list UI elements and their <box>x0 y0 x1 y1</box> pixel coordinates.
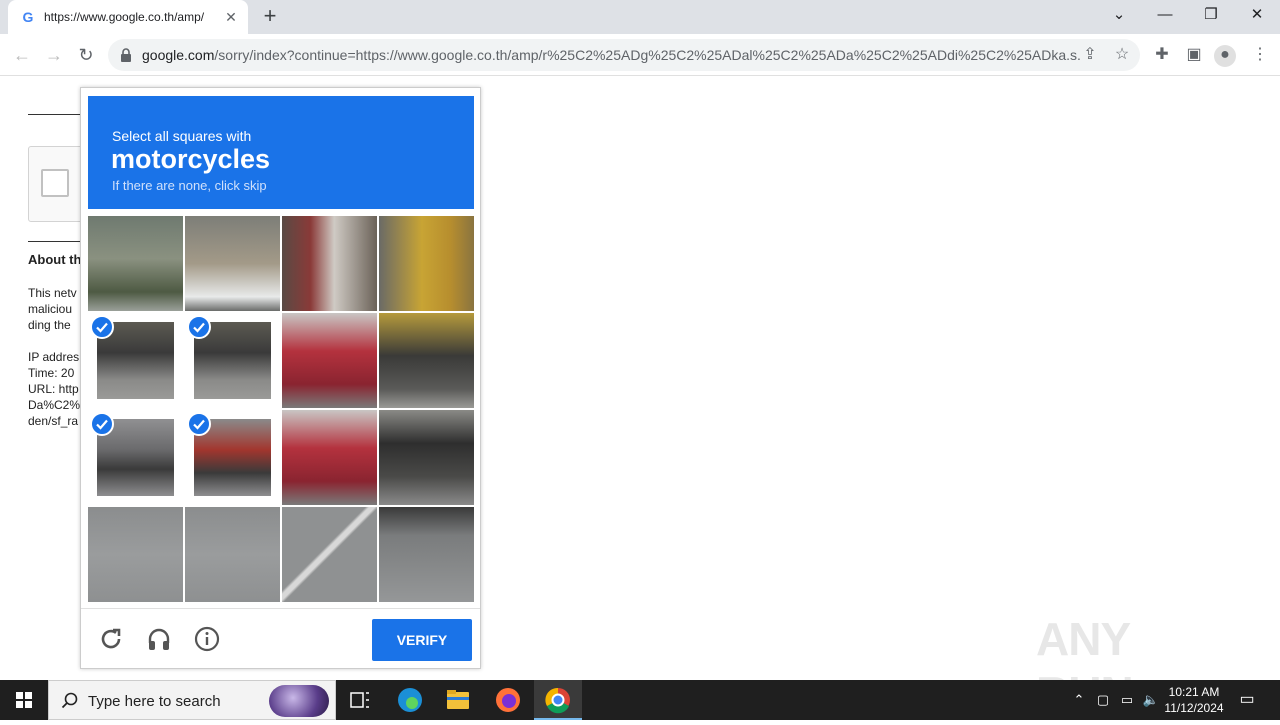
captcha-tile[interactable] <box>185 216 280 311</box>
page-text-line: Da%C2% <box>28 398 81 412</box>
close-window-button[interactable]: ✕ <box>1242 4 1272 26</box>
tile-image <box>282 507 377 602</box>
task-view-icon[interactable] <box>336 680 384 720</box>
divider <box>28 114 80 115</box>
windows-taskbar: Type here to search ⌃ ▢ ▭ 🔈 10:21 AM 11/… <box>0 680 1280 720</box>
captcha-tile[interactable] <box>88 410 183 505</box>
reload-button[interactable]: ↻ <box>74 43 98 67</box>
captcha-tile[interactable] <box>88 313 183 408</box>
captcha-tile[interactable] <box>282 410 377 505</box>
captcha-tile[interactable] <box>185 410 280 505</box>
captcha-instruction: Select all squares with <box>112 128 252 144</box>
captcha-target: motorcycles <box>111 144 271 174</box>
windows-start-icon[interactable] <box>0 680 48 720</box>
captcha-tile[interactable] <box>88 507 183 602</box>
taskbar-search[interactable]: Type here to search <box>48 680 336 720</box>
url-text: google.com/sorry/index?continue=https://… <box>142 47 1082 63</box>
tile-image <box>88 216 183 311</box>
menu-kebab-icon[interactable]: ⋮ <box>1250 45 1270 65</box>
address-bar[interactable]: google.com/sorry/index?continue=https://… <box>108 39 1140 71</box>
device-icon[interactable]: ▢ <box>1094 691 1112 709</box>
firefox-icon[interactable] <box>484 680 532 720</box>
captcha-skip-hint: If there are none, click skip <box>112 178 267 193</box>
selected-check-icon <box>187 412 211 436</box>
captcha-tile[interactable] <box>185 313 280 408</box>
selected-check-icon <box>187 315 211 339</box>
captcha-challenge: Select all squares with motorcycles If t… <box>80 87 481 669</box>
tile-image <box>185 507 280 602</box>
anyrun-watermark: ANY RUN <box>1036 613 1134 719</box>
chrome-icon <box>545 687 570 714</box>
clock-time: 10:21 AM <box>1168 685 1220 699</box>
tile-image <box>282 313 377 408</box>
search-icon <box>61 692 78 709</box>
back-button[interactable]: ← <box>10 43 34 67</box>
selected-check-icon <box>90 412 114 436</box>
notifications-icon[interactable]: ▭ <box>1238 691 1256 709</box>
captcha-tile[interactable] <box>88 216 183 311</box>
side-panel-icon[interactable]: ▣ <box>1184 45 1204 65</box>
captcha-header: Select all squares with motorcycles If t… <box>88 96 474 209</box>
tab-strip: G https://www.google.co.th/amp/ ✕ + ⌄ — … <box>0 0 1280 34</box>
edge-icon[interactable] <box>386 680 434 720</box>
tile-image <box>88 507 183 602</box>
selected-check-icon <box>90 315 114 339</box>
clock-date: 11/12/2024 <box>1164 701 1224 715</box>
extensions-icon[interactable]: ✚ <box>1152 45 1172 65</box>
recaptcha-checkbox[interactable] <box>41 169 69 197</box>
page-text-line: ding the <box>28 318 71 332</box>
search-highlight-image <box>269 685 329 717</box>
audio-challenge-icon[interactable] <box>145 625 173 653</box>
captcha-tile[interactable] <box>379 507 474 602</box>
tile-image <box>379 410 474 505</box>
forward-button[interactable]: → <box>42 43 66 67</box>
captcha-tile[interactable] <box>185 507 280 602</box>
show-hidden-icons-icon[interactable]: ⌃ <box>1070 691 1088 709</box>
tile-image <box>379 507 474 602</box>
captcha-tile[interactable] <box>282 313 377 408</box>
restore-button[interactable]: ❐ <box>1196 4 1226 26</box>
browser-toolbar: ← → ↻ google.com/sorry/index?continue=ht… <box>0 34 1280 76</box>
page-heading: About th <box>28 252 82 267</box>
new-tab-button[interactable]: + <box>258 5 282 29</box>
page-text-line: This netv <box>28 286 77 300</box>
captcha-tile[interactable] <box>379 216 474 311</box>
search-placeholder: Type here to search <box>88 693 221 710</box>
tile-image <box>185 216 280 311</box>
page-text-line: URL: http <box>28 382 79 396</box>
page-text-line: Time: 20 <box>28 366 75 380</box>
divider <box>28 241 80 242</box>
captcha-tile[interactable] <box>379 410 474 505</box>
tab-title: https://www.google.co.th/amp/ <box>44 10 205 24</box>
volume-icon[interactable]: 🔈 <box>1142 691 1160 709</box>
captcha-footer: VERIFY <box>81 608 480 668</box>
chrome-taskbar-button[interactable] <box>534 680 582 720</box>
page-text-line: maliciou <box>28 302 73 316</box>
captcha-tile[interactable] <box>282 216 377 311</box>
lock-icon <box>121 48 131 62</box>
close-tab-icon[interactable]: ✕ <box>222 8 240 26</box>
tile-image <box>282 410 377 505</box>
network-icon[interactable]: ▭ <box>1118 691 1136 709</box>
page-text-line: den/sf_ra <box>28 414 79 428</box>
verify-button[interactable]: VERIFY <box>372 619 472 661</box>
google-favicon-icon: G <box>22 9 34 25</box>
info-icon[interactable] <box>193 625 221 653</box>
file-explorer-icon[interactable] <box>434 680 482 720</box>
taskbar-clock[interactable]: 10:21 AM 11/12/2024 <box>1162 684 1226 716</box>
tile-image <box>379 216 474 311</box>
tile-image <box>282 216 377 311</box>
profile-avatar-icon[interactable]: ● <box>1214 45 1236 67</box>
minimize-button[interactable]: — <box>1150 4 1180 26</box>
tab-search-icon[interactable]: ⌄ <box>1104 4 1134 26</box>
reload-challenge-icon[interactable] <box>97 625 125 653</box>
captcha-tile[interactable] <box>379 313 474 408</box>
tile-image <box>379 313 474 408</box>
browser-tab[interactable]: G https://www.google.co.th/amp/ ✕ <box>8 0 248 34</box>
bookmark-star-icon[interactable]: ☆ <box>1112 45 1132 65</box>
captcha-tile-grid <box>88 216 474 602</box>
share-icon[interactable]: ⇪ <box>1080 45 1100 65</box>
page-text-line: IP addres <box>28 350 80 364</box>
captcha-tile[interactable] <box>282 507 377 602</box>
